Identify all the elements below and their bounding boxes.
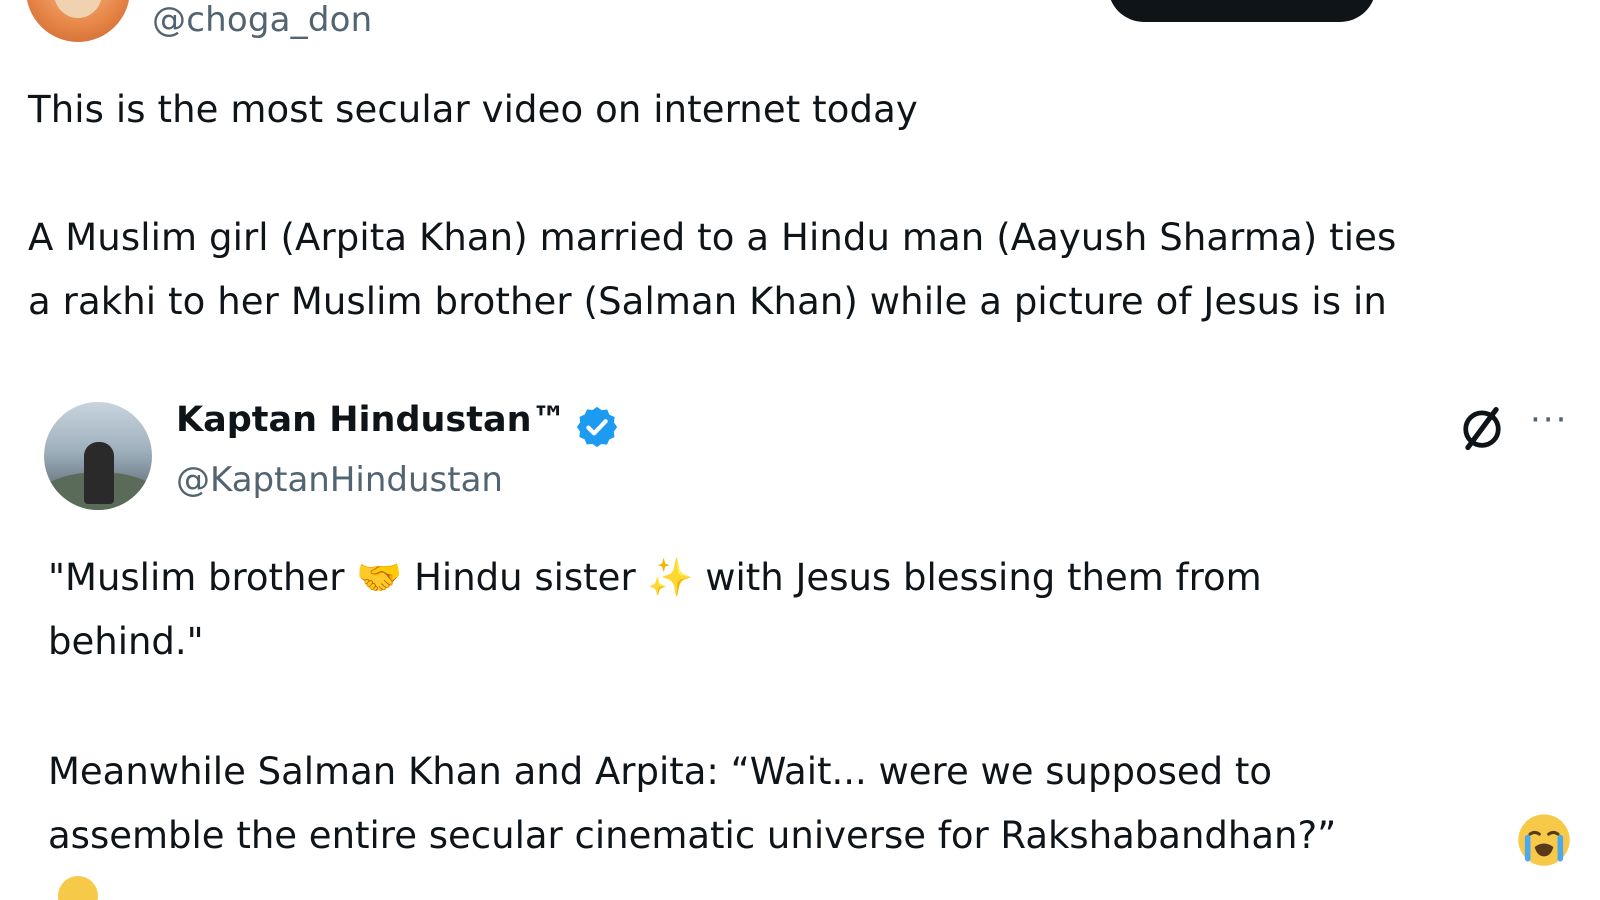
author-avatar[interactable]	[26, 0, 130, 42]
avatar-face	[54, 0, 102, 18]
grok-icon[interactable]	[1456, 402, 1508, 454]
tweet-page: @choga_don This is the most secular vide…	[0, 0, 1600, 900]
author-handle[interactable]: @choga_don	[152, 0, 372, 40]
tweet-text-line: a rakhi to her Muslim brother (Salman Kh…	[28, 280, 1387, 323]
crying-face-icon	[1518, 814, 1570, 866]
more-icon[interactable]: ···	[1530, 400, 1568, 440]
quoted-author-handle[interactable]: @KaptanHindustan	[176, 460, 503, 500]
quoted-text-line: "Muslim brother 🤝 Hindu sister ✨ with Je…	[48, 546, 1262, 610]
handshake-icon: 🤝	[356, 556, 403, 599]
quoted-text-line: assemble the entire secular cinematic un…	[48, 814, 1337, 857]
quoted-text-segment: Hindu sister	[402, 556, 648, 599]
tweet-text-line: A Muslim girl (Arpita Khan) married to a…	[28, 216, 1397, 259]
quoted-author-name[interactable]: Kaptan Hindustan™	[176, 400, 567, 440]
tweet-text-line: This is the most secular video on intern…	[28, 88, 918, 131]
follow-button[interactable]	[1108, 0, 1376, 22]
sparkles-icon: ✨	[647, 556, 694, 599]
quoted-text-line: Meanwhile Salman Khan and Arpita: “Wait.…	[48, 750, 1273, 793]
quoted-text-segment: "Muslim brother	[48, 556, 357, 599]
quoted-text-line: behind."	[48, 620, 204, 663]
quoted-author-avatar[interactable]	[44, 402, 152, 510]
verified-badge-icon	[576, 406, 618, 448]
partial-emoji-icon	[58, 876, 98, 900]
quoted-text-segment: with Jesus blessing them from	[693, 556, 1262, 599]
avatar-figure	[84, 442, 114, 504]
